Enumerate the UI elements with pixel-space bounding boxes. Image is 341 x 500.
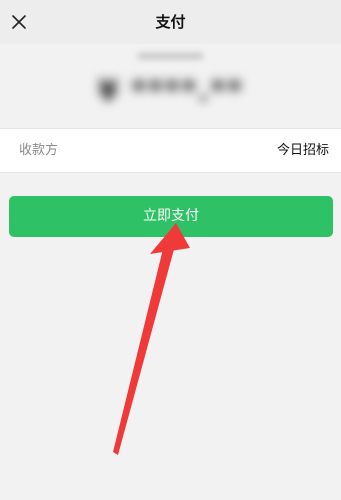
payment-summary: ********** ¥ ****.** <box>0 44 341 128</box>
merchant-name-obscured: ********** <box>138 52 203 67</box>
payment-amount-obscured: ¥ ****.** <box>97 74 244 109</box>
payee-label: 收款方 <box>19 143 59 158</box>
pay-now-button[interactable]: 立即支付 <box>9 196 333 237</box>
page-title: 支付 <box>155 13 186 31</box>
top-bar: 支付 <box>0 0 341 44</box>
payee-row: 收款方 今日招标 <box>0 128 341 173</box>
payee-value: 今日招标 <box>276 143 329 158</box>
